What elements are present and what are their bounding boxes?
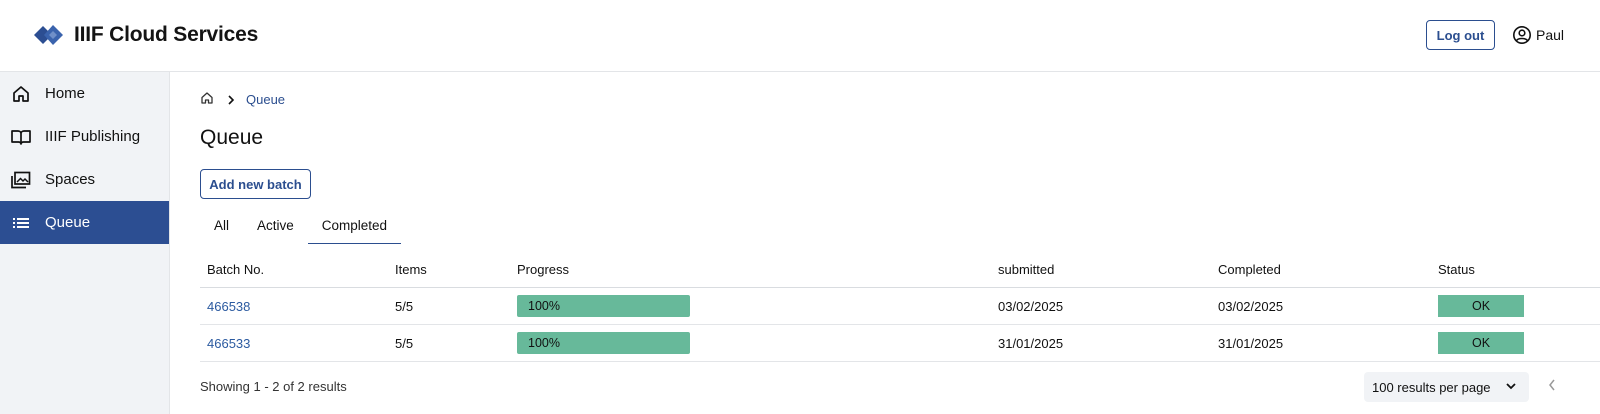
submitted-cell: 31/01/2025 <box>991 324 1211 362</box>
tab-all[interactable]: All <box>200 214 243 243</box>
sidebar-item-queue[interactable]: Queue <box>0 201 169 244</box>
progress-bar: 100% <box>517 332 690 354</box>
home-icon <box>10 83 32 105</box>
logout-button[interactable]: Log out <box>1426 20 1495 50</box>
app-title: IIIF Cloud Services <box>74 23 259 46</box>
chevron-right-icon <box>226 94 236 106</box>
tab-bar: All Active Completed <box>200 214 402 244</box>
previous-page-button[interactable] <box>1547 378 1557 397</box>
chevron-left-icon <box>1549 379 1555 391</box>
per-page-label: 100 results per page <box>1372 379 1491 395</box>
logo-icon <box>34 25 63 45</box>
column-header-progress: Progress <box>510 252 991 288</box>
home-icon[interactable] <box>200 91 214 108</box>
app-logo[interactable]: IIIF Cloud Services <box>34 22 258 48</box>
user-circle-icon <box>1513 26 1531 44</box>
table-row: 466533 5/5 100% 31/01/2025 31/01/2025 OK <box>200 324 1600 362</box>
sidebar-item-label: Spaces <box>45 171 96 188</box>
column-header-items: Items <box>388 252 510 288</box>
tab-active[interactable]: Active <box>243 214 308 243</box>
images-icon <box>10 169 32 191</box>
sidebar-item-spaces[interactable]: Spaces <box>0 158 169 201</box>
progress-bar: 100% <box>517 295 690 317</box>
chevron-down-icon <box>1505 380 1517 395</box>
breadcrumb: Queue <box>200 91 285 108</box>
sidebar-item-label: Queue <box>45 214 91 231</box>
book-open-icon <box>10 126 32 148</box>
tab-completed[interactable]: Completed <box>307 214 402 244</box>
status-badge: OK <box>1438 332 1524 354</box>
sidebar-item-iiif-publishing[interactable]: IIIF Publishing <box>0 115 169 158</box>
user-name: Paul <box>1536 27 1565 43</box>
items-cell: 5/5 <box>388 287 510 325</box>
sidebar: Home IIIF Publishing Spaces Queue <box>0 72 170 414</box>
page-title: Queue <box>200 126 264 149</box>
results-summary: Showing 1 - 2 of 2 results <box>200 379 347 394</box>
column-header-completed: Completed <box>1211 252 1431 288</box>
completed-cell: 03/02/2025 <box>1211 287 1431 325</box>
batch-link[interactable]: 466538 <box>207 299 250 314</box>
user-menu[interactable]: Paul <box>1512 25 1564 45</box>
sidebar-item-label: Home <box>45 85 86 102</box>
list-icon <box>10 212 32 234</box>
add-new-batch-button[interactable]: Add new batch <box>200 169 311 199</box>
progress-cell: 100% <box>510 287 991 325</box>
breadcrumb-current[interactable]: Queue <box>246 92 285 107</box>
queue-table: Batch No. Items Progress submitted Compl… <box>200 252 1600 362</box>
sidebar-item-home[interactable]: Home <box>0 72 169 115</box>
status-badge: OK <box>1438 295 1524 317</box>
batch-link[interactable]: 466533 <box>207 336 250 351</box>
table-header-row: Batch No. Items Progress submitted Compl… <box>200 252 1600 288</box>
completed-cell: 31/01/2025 <box>1211 324 1431 362</box>
column-header-batch: Batch No. <box>200 252 388 288</box>
top-header: IIIF Cloud Services Log out Paul <box>0 0 1600 72</box>
status-cell: OK <box>1431 287 1600 325</box>
submitted-cell: 03/02/2025 <box>991 287 1211 325</box>
results-per-page-select[interactable]: 100 results per page <box>1364 372 1529 402</box>
sidebar-item-label: IIIF Publishing <box>45 128 141 145</box>
column-header-status: Status <box>1431 252 1600 288</box>
status-cell: OK <box>1431 324 1600 362</box>
table-row: 466538 5/5 100% 03/02/2025 03/02/2025 OK <box>200 287 1600 325</box>
main-content: Queue Queue Add new batch All Active Com… <box>200 72 1600 414</box>
column-header-submitted: submitted <box>991 252 1211 288</box>
progress-cell: 100% <box>510 324 991 362</box>
items-cell: 5/5 <box>388 324 510 362</box>
